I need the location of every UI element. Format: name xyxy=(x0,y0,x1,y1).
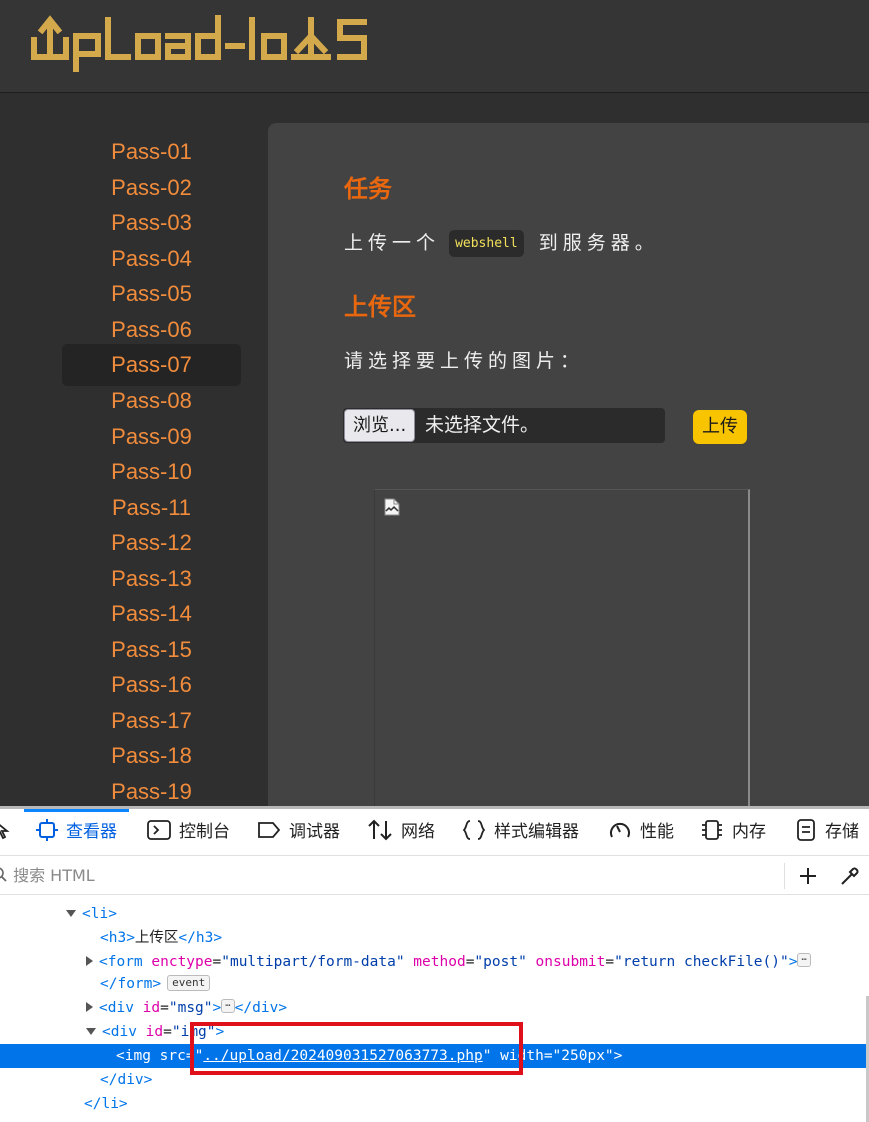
console-icon xyxy=(147,820,171,840)
devtools-toolbar: 查看器 控制台 调试器 网络 样式编辑器 性能 内存 存储 xyxy=(0,809,869,856)
tab-network[interactable]: 网络 xyxy=(367,809,435,856)
sidebar-item-pass-07[interactable]: Pass-07 xyxy=(62,344,241,386)
storage-icon xyxy=(797,819,815,841)
tab-memory[interactable]: 内存 xyxy=(700,809,766,856)
sidebar-item-pass-11[interactable]: Pass-11 xyxy=(62,490,241,526)
eyedropper-icon[interactable] xyxy=(839,865,861,887)
sidebar-item-pass-05[interactable]: Pass-05 xyxy=(62,276,241,312)
upload-area-title: 上传区 xyxy=(344,294,416,321)
tab-style-editor[interactable]: 样式编辑器 xyxy=(462,809,579,856)
sidebar-item-pass-03[interactable]: Pass-03 xyxy=(62,205,241,241)
pass-list: Pass-01 Pass-02 Pass-03 Pass-04 Pass-05 … xyxy=(62,134,241,809)
file-status: 未选择文件。 xyxy=(425,414,540,436)
task-text-before: 上传一个 xyxy=(344,232,441,254)
sidebar-item-pass-01[interactable]: Pass-01 xyxy=(62,134,241,170)
main-content: 任务 上传一个 webshell 到服务器。 上传区 请选择要上传的图片： 浏览… xyxy=(268,123,869,809)
collapsed-content-badge[interactable]: ⋯ xyxy=(221,999,235,1013)
tab-inspector[interactable]: 查看器 xyxy=(24,809,129,856)
event-badge[interactable]: event xyxy=(167,975,211,991)
sidebar-item-pass-06[interactable]: Pass-06 xyxy=(62,312,241,348)
inspector-icon xyxy=(36,819,58,841)
sidebar-item-pass-12[interactable]: Pass-12 xyxy=(62,525,241,561)
memory-icon xyxy=(702,820,722,840)
expand-toggle-icon[interactable] xyxy=(86,1002,93,1012)
debugger-icon xyxy=(258,822,281,838)
tree-node-form-close[interactable]: </form> event xyxy=(0,972,869,996)
tree-node-h3[interactable]: <h3>上传区</h3> xyxy=(0,926,869,950)
sidebar-item-pass-10[interactable]: Pass-10 xyxy=(62,454,241,490)
search-icon xyxy=(0,867,7,882)
tree-node-li[interactable]: <li> xyxy=(0,902,869,926)
collapsed-content-badge[interactable]: ⋯ xyxy=(797,953,811,967)
broken-image-icon xyxy=(384,498,400,516)
add-node-icon[interactable] xyxy=(798,866,818,886)
tab-memory-label: 内存 xyxy=(732,822,766,842)
tab-performance[interactable]: 性能 xyxy=(608,809,674,856)
tab-style-editor-label: 样式编辑器 xyxy=(494,822,579,842)
sidebar-item-pass-17[interactable]: Pass-17 xyxy=(62,703,241,739)
sidebar-item-pass-13[interactable]: Pass-13 xyxy=(62,561,241,597)
browse-button[interactable]: 浏览... xyxy=(344,409,416,442)
tab-performance-label: 性能 xyxy=(640,822,674,842)
sidebar-item-pass-08[interactable]: Pass-08 xyxy=(62,383,241,419)
tab-inspector-label: 查看器 xyxy=(66,822,117,842)
upload-labs-logo[interactable] xyxy=(28,10,373,72)
sidebar-item-pass-14[interactable]: Pass-14 xyxy=(62,596,241,632)
sidebar: Pass-01 Pass-02 Pass-03 Pass-04 Pass-05 … xyxy=(0,94,268,806)
sidebar-item-pass-09[interactable]: Pass-09 xyxy=(62,419,241,455)
sidebar-item-pass-04[interactable]: Pass-04 xyxy=(62,241,241,277)
performance-icon xyxy=(610,822,630,838)
tab-console[interactable]: 控制台 xyxy=(147,809,230,856)
sidebar-item-pass-15[interactable]: Pass-15 xyxy=(62,632,241,668)
expand-toggle-icon[interactable] xyxy=(86,956,93,966)
webshell-code: webshell xyxy=(449,230,524,257)
upload-button[interactable]: 上传 xyxy=(693,410,747,444)
task-description: 上传一个 webshell 到服务器。 xyxy=(344,228,659,257)
tab-storage[interactable]: 存储 xyxy=(795,809,859,856)
uploaded-image-frame xyxy=(374,489,750,809)
sidebar-item-pass-18[interactable]: Pass-18 xyxy=(62,738,241,774)
tab-debugger[interactable]: 调试器 xyxy=(257,809,340,856)
element-picker-icon xyxy=(0,824,10,840)
tree-node-li-close[interactable]: </li> xyxy=(0,1092,869,1116)
element-picker-button[interactable] xyxy=(0,809,18,856)
annotation-highlight-box xyxy=(190,1022,523,1075)
tab-network-label: 网络 xyxy=(401,822,435,842)
task-title: 任务 xyxy=(344,176,392,203)
sidebar-item-pass-02[interactable]: Pass-02 xyxy=(62,170,241,206)
markup-tree: <li> <h3>上传区</h3> <form enctype="multipa… xyxy=(0,896,869,1122)
html-search-bar: 搜索 HTML xyxy=(0,857,869,895)
tab-storage-label: 存储 xyxy=(825,822,859,842)
file-input[interactable]: 浏览... 未选择文件。 xyxy=(343,408,665,443)
tree-node-form[interactable]: <form enctype="multipart/form-data" meth… xyxy=(0,950,869,974)
tab-debugger-label: 调试器 xyxy=(289,822,340,842)
tab-console-label: 控制台 xyxy=(179,822,230,842)
network-icon xyxy=(368,819,392,841)
toolbar-divider xyxy=(784,863,785,889)
search-html-placeholder: 搜索 HTML xyxy=(13,866,95,885)
expand-toggle-icon[interactable] xyxy=(86,1027,96,1035)
search-html-input[interactable]: 搜索 HTML xyxy=(0,857,95,895)
expand-toggle-icon[interactable] xyxy=(66,909,76,917)
sidebar-item-pass-16[interactable]: Pass-16 xyxy=(62,667,241,703)
sidebar-item-pass-19[interactable]: Pass-19 xyxy=(62,774,241,810)
task-text-after: 到服务器。 xyxy=(538,232,659,254)
upload-prompt: 请选择要上传的图片： xyxy=(344,350,585,372)
page-header xyxy=(0,0,869,93)
style-editor-icon xyxy=(462,820,486,840)
tree-node-div-msg[interactable]: <div id="msg"> ⋯ </div> xyxy=(0,996,869,1020)
